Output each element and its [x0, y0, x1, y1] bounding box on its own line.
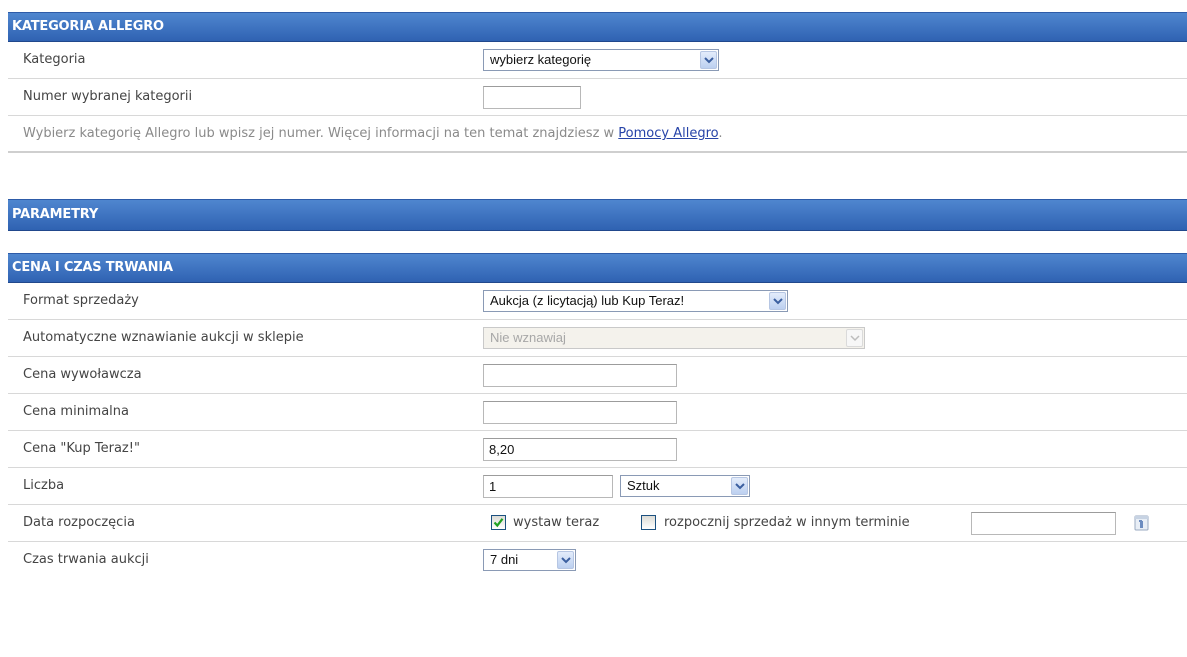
numer-input[interactable] [483, 86, 581, 109]
czas-row: Czas trwania aukcji 7 dni [8, 542, 1187, 579]
parametry-header[interactable]: PARAMETRY [8, 199, 1187, 231]
cena-section: CENA I CZAS TRWANIA Format sprzedaży Auk… [8, 253, 1187, 579]
data-row: Data rozpoczęcia wystaw teraz rozpocznij… [8, 505, 1187, 542]
kategoria-section: KATEGORIA ALLEGRO Kategoria wybierz kate… [8, 12, 1187, 153]
czas-select[interactable]: 7 dni [483, 549, 576, 571]
chevron-down-icon[interactable] [731, 477, 748, 495]
data-label: Data rozpoczęcia [23, 515, 135, 530]
calendar-icon[interactable] [1134, 514, 1150, 531]
kategoria-select[interactable]: wybierz kategorię [483, 49, 719, 71]
wznawianie-select-value: Nie wznawiaj [490, 330, 566, 345]
minimalna-row: Cena minimalna [8, 394, 1187, 431]
wywolawcza-input[interactable] [483, 364, 677, 387]
czas-select-value: 7 dni [490, 552, 519, 567]
numer-row: Numer wybranej kategorii [8, 79, 1187, 116]
wywolawcza-row: Cena wywoławcza [8, 357, 1187, 394]
numer-label: Numer wybranej kategorii [23, 89, 193, 104]
wystaw-teraz-checkbox[interactable] [491, 515, 506, 530]
kup-teraz-row: Cena "Kup Teraz!" 8,20 [8, 431, 1187, 468]
cena-header: CENA I CZAS TRWANIA [8, 253, 1187, 283]
info-text-body: Wybierz kategorię Allegro lub wpisz jej … [23, 126, 619, 141]
minimalna-input[interactable] [483, 401, 677, 424]
format-row: Format sprzedaży Aukcja (z licytacją) lu… [8, 283, 1187, 320]
inny-termin-input[interactable] [971, 512, 1116, 535]
wznawianie-row: Automatyczne wznawianie aukcji w sklepie… [8, 320, 1187, 357]
info-row: Wybierz kategorię Allegro lub wpisz jej … [8, 116, 1187, 153]
chevron-down-icon[interactable] [846, 329, 863, 347]
inny-termin-checkbox[interactable] [641, 515, 656, 530]
parametry-section: PARAMETRY [8, 199, 1187, 231]
wywolawcza-label: Cena wywoławcza [23, 367, 142, 382]
chevron-down-icon[interactable] [557, 551, 574, 569]
info-text-end: . [718, 126, 723, 141]
format-label: Format sprzedaży [23, 293, 139, 308]
wystaw-teraz-label[interactable]: wystaw teraz [513, 505, 599, 541]
liczba-row: Liczba 1 Sztuk [8, 468, 1187, 505]
chevron-down-icon[interactable] [769, 292, 786, 310]
pomoc-allegro-link[interactable]: Pomocy Allegro [618, 126, 718, 141]
format-select-value: Aukcja (z licytacją) lub Kup Teraz! [490, 293, 685, 308]
format-select[interactable]: Aukcja (z licytacją) lub Kup Teraz! [483, 290, 788, 312]
kup-teraz-input[interactable]: 8,20 [483, 438, 677, 461]
chevron-down-icon[interactable] [700, 51, 717, 69]
kategoria-label: Kategoria [23, 52, 86, 67]
kategoria-header: KATEGORIA ALLEGRO [8, 12, 1187, 42]
kategoria-select-value: wybierz kategorię [490, 52, 592, 67]
wznawianie-label: Automatyczne wznawianie aukcji w sklepie [23, 330, 304, 345]
wznawianie-select[interactable]: Nie wznawiaj [483, 327, 865, 349]
kategoria-row: Kategoria wybierz kategorię [8, 42, 1187, 79]
minimalna-label: Cena minimalna [23, 404, 129, 419]
inny-termin-label[interactable]: rozpocznij sprzedaż w innym terminie [664, 505, 910, 541]
liczba-input[interactable]: 1 [483, 475, 613, 498]
info-text: Wybierz kategorię Allegro lub wpisz jej … [23, 116, 723, 152]
czas-label: Czas trwania aukcji [23, 552, 149, 567]
liczba-unit-value: Sztuk [627, 478, 660, 493]
liczba-label: Liczba [23, 478, 65, 493]
kup-teraz-label: Cena "Kup Teraz!" [23, 441, 140, 456]
liczba-unit-select[interactable]: Sztuk [620, 475, 750, 497]
